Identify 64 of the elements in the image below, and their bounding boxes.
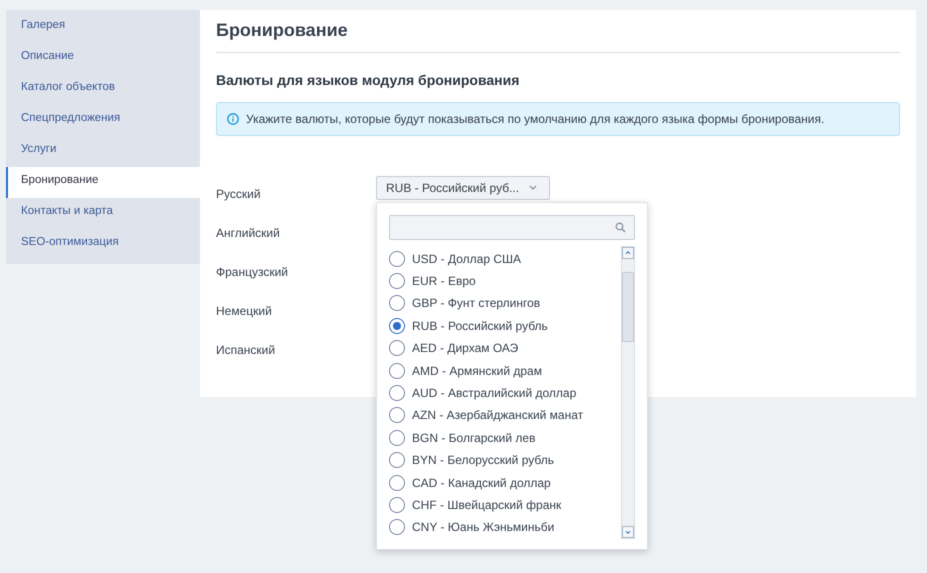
scroll-down-icon[interactable] xyxy=(622,526,634,538)
currency-select[interactable]: RUB - Российский руб... xyxy=(376,176,550,200)
page-title: Бронирование xyxy=(216,20,348,41)
option-label: USD - Доллар США xyxy=(412,252,522,266)
language-label: Английский xyxy=(216,226,281,240)
currency-option[interactable]: BGN - Болгарский лев xyxy=(389,426,621,450)
radio-button[interactable] xyxy=(389,430,405,446)
sidebar-item[interactable]: Услуги xyxy=(6,136,200,167)
currency-option[interactable]: BYN - Белорусский рубль xyxy=(389,449,621,472)
currency-option[interactable]: EUR - Евро xyxy=(389,270,621,292)
option-label: BYN - Белорусский рубль xyxy=(412,453,554,468)
radio-button[interactable] xyxy=(389,474,405,491)
option-label: GBP - Фунт стерлингов xyxy=(412,296,540,310)
sidebar-item[interactable]: Каталог объектов xyxy=(6,74,200,105)
search-field[interactable] xyxy=(389,214,635,240)
option-label: BGN - Болгарский лев xyxy=(412,430,536,445)
search-icon xyxy=(615,222,626,232)
sidebar-item[interactable]: SEO-оптимизация xyxy=(6,229,200,260)
sidebar-item[interactable]: Галерея xyxy=(6,12,200,43)
radio-button[interactable] xyxy=(389,452,405,468)
currency-option[interactable]: AUD - Австралийский доллар xyxy=(389,382,621,404)
sidebar-item[interactable]: Контакты и карта xyxy=(6,198,200,229)
caret-icon xyxy=(529,185,538,190)
radio-button[interactable] xyxy=(389,519,405,536)
currency-option[interactable]: AZN - Азербайджанский манат xyxy=(389,404,621,427)
radio-button[interactable] xyxy=(389,385,405,402)
radio-button[interactable] xyxy=(389,340,405,356)
scroll-thumb[interactable] xyxy=(622,272,634,342)
scrollbar[interactable] xyxy=(621,246,635,538)
currency-option[interactable]: CHF - Швейцарский франк xyxy=(389,494,621,516)
currency-option[interactable]: AED - Дирхам ОАЭ xyxy=(389,337,621,360)
language-label: Французский xyxy=(216,264,289,278)
radio-button[interactable] xyxy=(389,407,405,424)
language-label: Испанский xyxy=(216,342,276,356)
option-label: CHF - Швейцарский франк xyxy=(412,498,562,512)
sidebar-item[interactable]: Описание xyxy=(6,43,200,74)
option-label: AED - Дирхам ОАЭ xyxy=(412,341,518,356)
radio-button[interactable] xyxy=(389,362,405,379)
section-heading: Валюты для языков модуля бронирования xyxy=(216,72,520,88)
currency-option[interactable]: GBP - Фунт стерлингов xyxy=(389,292,621,315)
radio-button[interactable] xyxy=(389,250,405,267)
currency-option[interactable]: CNY - Юань Жэньминьби xyxy=(389,516,621,539)
radio-button[interactable] xyxy=(389,318,405,334)
sidebar-item[interactable]: Бронирование xyxy=(6,167,200,198)
option-label: CNY - Юань Жэньминьби xyxy=(412,520,554,534)
option-label: RUB - Российский рубль xyxy=(412,318,548,333)
currency-option[interactable]: USD - Доллар США xyxy=(389,248,621,270)
option-label: CAD - Канадский доллар xyxy=(412,476,551,490)
sidebar-item[interactable]: Спецпредложения xyxy=(6,105,200,136)
language-label: Русский xyxy=(216,186,262,200)
currency-option[interactable]: CAD - Канадский доллар xyxy=(389,471,621,494)
info-text: Укажите валюты, которые будут показываться по умолчанию для каждого языка формы бронирования. xyxy=(246,112,824,126)
info-icon xyxy=(227,113,239,125)
option-label: AMD - Армянский драм xyxy=(412,364,542,378)
currency-option[interactable]: AMD - Армянский драм xyxy=(389,359,621,382)
language-label: Немецкий xyxy=(216,304,273,318)
scroll-up-icon[interactable] xyxy=(622,246,634,258)
radio-button[interactable] xyxy=(389,496,405,513)
option-label: AZN - Азербайджанский манат xyxy=(412,408,584,422)
option-label: AUD - Австралийский доллар xyxy=(412,386,576,400)
currency-option[interactable]: RUB - Российский рубль xyxy=(389,314,621,338)
option-label: EUR - Евро xyxy=(412,274,476,288)
radio-button[interactable] xyxy=(389,295,405,312)
radio-button[interactable] xyxy=(389,273,405,290)
